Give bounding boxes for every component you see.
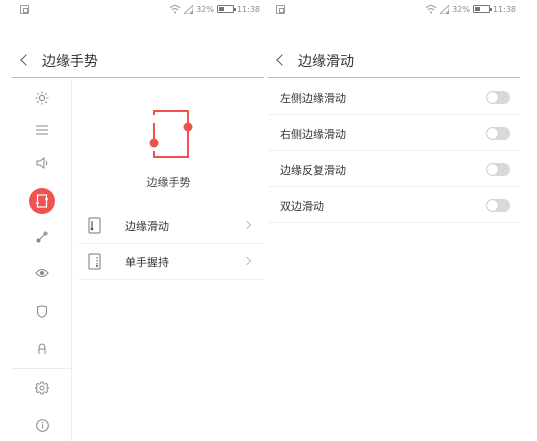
- right-edge-swipe-toggle[interactable]: [486, 127, 510, 140]
- sidebar-item-system[interactable]: [12, 369, 72, 407]
- toggle-knob: [487, 128, 498, 139]
- gear-icon: [35, 381, 49, 395]
- battery-icon: [216, 5, 236, 13]
- shield-icon: [37, 304, 47, 318]
- brightness-icon: [35, 91, 49, 105]
- notification-icon: [20, 5, 29, 14]
- menu-item-label: 边缘滑动: [125, 220, 169, 233]
- menu-item-edge-swipe[interactable]: 边缘滑动: [79, 208, 264, 244]
- left-edge-swipe-toggle[interactable]: [486, 91, 510, 104]
- back-icon[interactable]: [20, 54, 32, 66]
- battery-percent: 32%: [452, 4, 470, 14]
- edge-gesture-screen: 32% 11:38 边缘手势 边缘手势 边缘滑动 单手握持: [12, 0, 264, 441]
- battery-icon: [472, 5, 492, 13]
- edge-repeat-swipe-toggle[interactable]: [486, 163, 510, 176]
- setting-dual-edge-swipe: 双边滑动: [268, 187, 520, 223]
- wifi-icon: [169, 5, 181, 14]
- chevron-right-icon: [242, 220, 252, 230]
- menu-item-one-hand[interactable]: 单手握持: [79, 244, 264, 280]
- sidebar-item-sound[interactable]: [12, 144, 72, 182]
- chevron-right-icon: [242, 256, 252, 266]
- sidebar-item-edge-gesture[interactable]: [12, 182, 72, 220]
- sidebar-item-privacy[interactable]: [12, 254, 72, 292]
- connection-icon: [36, 231, 48, 243]
- status-bar: 32% 11:38: [12, 0, 264, 20]
- page-title: 边缘滑动: [298, 54, 354, 70]
- status-bar: 32% 11:38: [268, 0, 520, 20]
- title-bar: 边缘滑动: [268, 44, 520, 78]
- toggle-knob: [487, 164, 498, 175]
- setting-label: 左侧边缘滑动: [280, 92, 346, 105]
- edge-swipe-screen: 32% 11:38 边缘滑动 左侧边缘滑动 右侧边缘滑动 边缘反复滑动 双边滑动: [268, 0, 520, 441]
- clock: 11:38: [236, 4, 260, 14]
- menu-item-label: 单手握持: [125, 256, 169, 269]
- signal-icon: [440, 4, 450, 14]
- sidebar-item-about[interactable]: [12, 406, 72, 441]
- gesture-menu: 边缘滑动 单手握持: [73, 208, 264, 280]
- info-icon: [35, 418, 49, 432]
- sidebar-item-accounts[interactable]: [12, 330, 72, 368]
- edge-gesture-illustration: [149, 110, 193, 158]
- edge-gesture-content: 边缘手势 边缘滑动 单手握持: [73, 79, 264, 441]
- toggle-knob: [487, 200, 498, 211]
- setting-label: 右侧边缘滑动: [280, 128, 346, 141]
- dual-edge-swipe-toggle[interactable]: [486, 199, 510, 212]
- signal-icon: [184, 4, 194, 14]
- status-right-group: 32% 11:38: [425, 4, 516, 14]
- hero-label: 边缘手势: [146, 176, 191, 189]
- clock: 11:38: [492, 4, 516, 14]
- sidebar-item-connection[interactable]: [12, 218, 72, 256]
- title-bar: 边缘手势: [12, 44, 264, 78]
- notification-icon: [276, 5, 285, 14]
- status-right-group: 32% 11:38: [169, 4, 260, 14]
- sidebar-item-security[interactable]: [12, 292, 72, 330]
- settings-sidebar: [12, 79, 72, 441]
- edge-gesture-icon: [36, 194, 48, 208]
- eye-icon: [35, 269, 49, 277]
- list-icon: [36, 125, 48, 135]
- page-title: 边缘手势: [42, 54, 98, 70]
- setting-right-edge-swipe: 右侧边缘滑动: [268, 115, 520, 151]
- setting-label: 双边滑动: [280, 200, 324, 213]
- volume-icon: [36, 157, 48, 169]
- edge-swipe-settings: 左侧边缘滑动 右侧边缘滑动 边缘反复滑动 双边滑动: [268, 79, 520, 223]
- back-icon[interactable]: [276, 54, 288, 66]
- toggle-knob: [487, 92, 498, 103]
- active-indicator: [29, 188, 55, 214]
- one-hand-icon: [88, 253, 101, 270]
- setting-label: 边缘反复滑动: [280, 164, 346, 177]
- edge-gesture-hero: 边缘手势: [73, 79, 264, 189]
- wifi-icon: [425, 5, 437, 14]
- person-icon: [38, 343, 46, 354]
- setting-left-edge-swipe: 左侧边缘滑动: [268, 79, 520, 115]
- edge-swipe-icon: [88, 217, 101, 234]
- battery-percent: 32%: [196, 4, 214, 14]
- setting-edge-repeat-swipe: 边缘反复滑动: [268, 151, 520, 187]
